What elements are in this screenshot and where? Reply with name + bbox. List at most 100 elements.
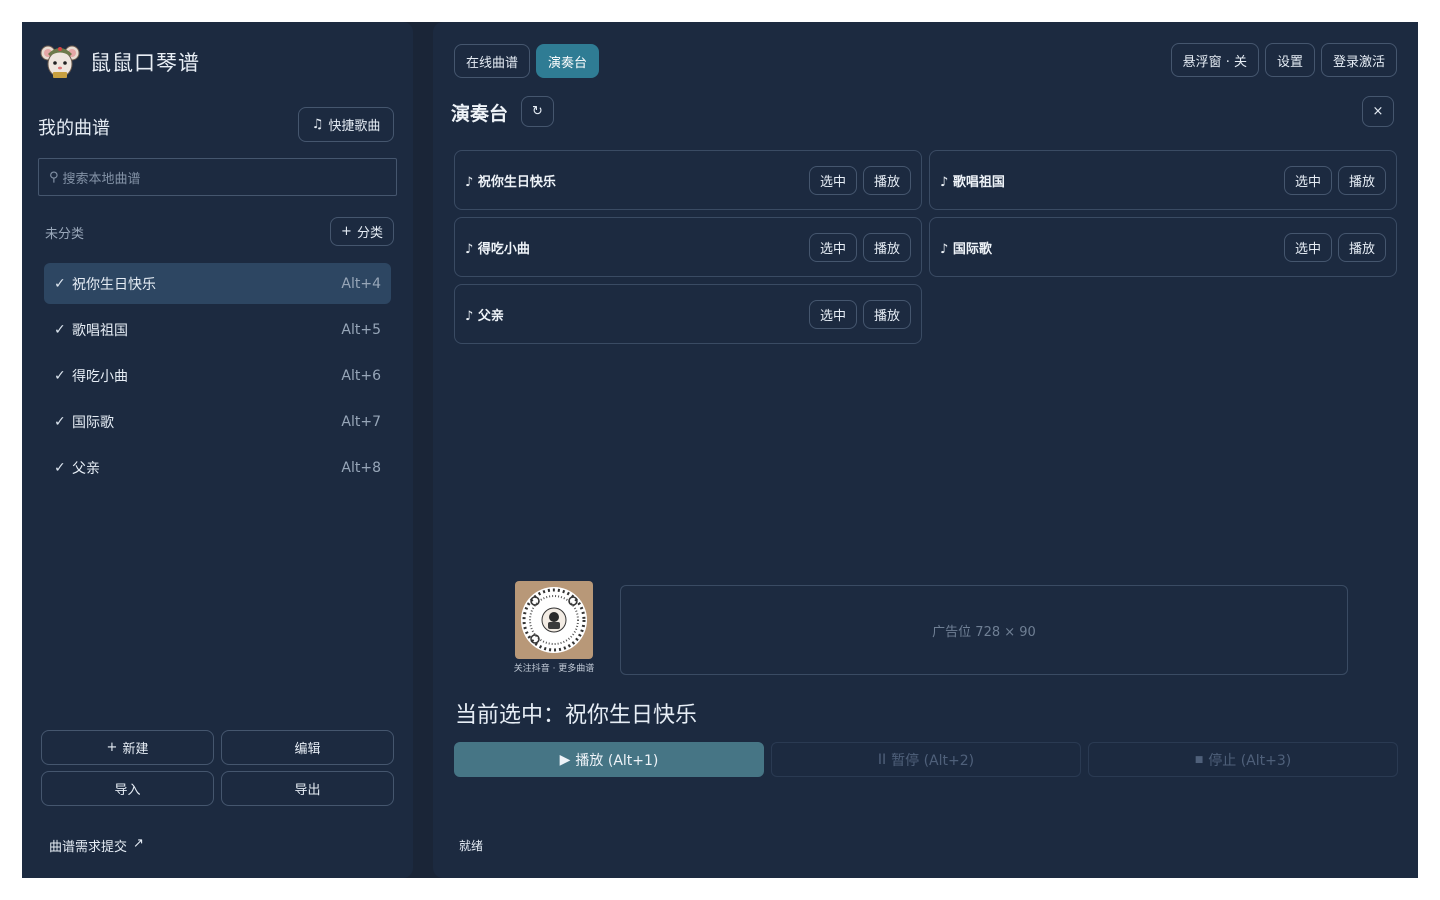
song-item[interactable]: ✓ 得吃小曲 Alt+6: [44, 355, 391, 396]
settings-button[interactable]: 设置: [1264, 43, 1315, 77]
qr-code-image[interactable]: [515, 581, 593, 659]
import-button[interactable]: 导入: [41, 771, 214, 806]
edit-label: 编辑: [294, 742, 321, 757]
select-button[interactable]: 选中: [808, 165, 857, 195]
qr-caption: 关注抖音 · 更多曲谱: [513, 664, 595, 674]
my-scores-title: 我的曲谱: [38, 118, 110, 139]
float-window-toggle[interactable]: 悬浮窗 · 关: [1170, 43, 1259, 77]
song-item[interactable]: ✓ 歌唱祖国 Alt+5: [44, 309, 391, 350]
play-button[interactable]: 播放: [862, 232, 911, 262]
check-icon: ✓: [54, 413, 66, 430]
select-button[interactable]: 选中: [1283, 232, 1332, 262]
check-icon: ✓: [54, 459, 66, 476]
add-category-label: 分类: [356, 226, 383, 241]
search-input[interactable]: ⚲ 搜索本地曲谱: [38, 158, 397, 196]
music-note-icon: ♪: [465, 308, 474, 324]
song-card-title: 父亲: [477, 308, 504, 324]
refresh-button[interactable]: ↻: [521, 96, 554, 127]
song-cards: ♪ 祝你生日快乐 选中 播放 ♪ 歌唱祖国 选中 播放 ♪ 得吃小曲 选中 播放…: [454, 150, 1397, 344]
song-card: ♪ 祝你生日快乐 选中 播放: [454, 150, 922, 210]
music-note-icon: ♪: [465, 174, 474, 190]
pause-button[interactable]: II 暂停 (Alt+2): [771, 742, 1081, 777]
song-hotkey: Alt+4: [341, 275, 381, 292]
song-card-title: 祝你生日快乐: [477, 174, 556, 190]
song-item[interactable]: ✓ 祝你生日快乐 Alt+4: [44, 263, 391, 304]
qr-code-icon: [521, 587, 587, 653]
song-name: 得吃小曲: [72, 368, 128, 385]
refresh-icon: ↻: [532, 104, 543, 119]
song-card: ♪ 国际歌 选中 播放: [929, 217, 1397, 277]
app-title: 鼠鼠口琴谱: [90, 51, 200, 75]
song-card-title: 得吃小曲: [477, 241, 530, 257]
song-card-title: 国际歌: [952, 241, 992, 257]
stop-button[interactable]: ■ 停止 (Alt+3): [1088, 742, 1398, 777]
select-button[interactable]: 选中: [808, 232, 857, 262]
music-note-icon: ♪: [940, 174, 949, 190]
music-note-icon: ♪: [940, 241, 949, 257]
play-icon: ▶: [559, 751, 571, 768]
check-icon: ✓: [54, 321, 66, 338]
new-label: 新建: [122, 742, 149, 757]
app-window: 鼠鼠口琴谱 我的曲谱 ♫ 快捷歌曲 ⚲ 搜索本地曲谱 未分类 + 分类 ✓ 祝你…: [22, 22, 1418, 878]
pause-label: 暂停 (Alt+2): [891, 752, 975, 769]
sidebar-actions: + 新建 编辑 导入 导出: [41, 730, 394, 806]
request-label: 曲谱需求提交: [49, 840, 128, 855]
song-hotkey: Alt+8: [341, 459, 381, 476]
new-button[interactable]: + 新建: [41, 730, 214, 765]
current-song: 祝你生日快乐: [565, 703, 698, 728]
play-button[interactable]: 播放: [862, 165, 911, 195]
play-button[interactable]: 播放: [1337, 165, 1386, 195]
select-button[interactable]: 选中: [1283, 165, 1332, 195]
song-item[interactable]: ✓ 国际歌 Alt+7: [44, 401, 391, 442]
qr-code-block: 关注抖音 · 更多曲谱: [511, 581, 597, 674]
playback-controls: ▶ 播放 (Alt+1) II 暂停 (Alt+2) ■ 停止 (Alt+3): [454, 742, 1398, 777]
top-right-actions: 悬浮窗 · 关 设置 登录激活: [1170, 43, 1397, 77]
close-button[interactable]: ×: [1362, 96, 1394, 127]
play-main-button[interactable]: ▶ 播放 (Alt+1): [454, 742, 764, 777]
play-button[interactable]: 播放: [1337, 232, 1386, 262]
login-button[interactable]: 登录激活: [1320, 43, 1397, 77]
current-selection: 当前选中：祝你生日快乐: [455, 697, 697, 729]
song-card: ♪ 父亲 选中 播放: [454, 284, 922, 344]
song-hotkey: Alt+6: [341, 367, 381, 384]
select-button[interactable]: 选中: [808, 299, 857, 329]
stage-title: 演奏台: [451, 103, 509, 125]
song-card: ♪ 得吃小曲 选中 播放: [454, 217, 922, 277]
plus-icon: +: [341, 224, 352, 239]
check-icon: ✓: [54, 367, 66, 384]
search-icon: ⚲: [49, 169, 59, 185]
play-main-label: 播放 (Alt+1): [575, 752, 659, 769]
song-item[interactable]: ✓ 父亲 Alt+8: [44, 447, 391, 488]
search-placeholder: 搜索本地曲谱: [62, 171, 141, 187]
music-note-icon: ♫: [311, 117, 324, 132]
song-name: 祝你生日快乐: [72, 276, 156, 293]
import-label: 导入: [114, 783, 141, 798]
mouse-logo-icon: [40, 45, 80, 78]
play-button[interactable]: 播放: [862, 299, 911, 329]
stop-label: 停止 (Alt+3): [1208, 752, 1292, 769]
check-icon: ✓: [54, 275, 66, 292]
song-card: ♪ 歌唱祖国 选中 播放: [929, 150, 1397, 210]
song-hotkey: Alt+7: [341, 413, 381, 430]
close-icon: ×: [1372, 104, 1384, 119]
quick-song-label: 快捷歌曲: [328, 119, 381, 134]
top-tabs: 在线曲谱 演奏台: [454, 44, 600, 78]
main-panel: 在线曲谱 演奏台 悬浮窗 · 关 设置 登录激活 演奏台 ↻ × ♪ 祝你生日快…: [433, 22, 1418, 878]
ad-placeholder: 广告位 728 × 90: [620, 585, 1348, 675]
song-list: ✓ 祝你生日快乐 Alt+4 ✓ 歌唱祖国 Alt+5 ✓ 得吃小曲 Alt+6…: [44, 263, 391, 493]
stop-icon: ■: [1194, 754, 1204, 765]
export-label: 导出: [294, 783, 321, 798]
song-name: 父亲: [72, 460, 100, 477]
sidebar: 鼠鼠口琴谱 我的曲谱 ♫ 快捷歌曲 ⚲ 搜索本地曲谱 未分类 + 分类 ✓ 祝你…: [22, 22, 413, 878]
tab-stage[interactable]: 演奏台: [536, 44, 600, 78]
request-link[interactable]: 曲谱需求提交 ↗: [49, 836, 144, 855]
edit-button[interactable]: 编辑: [221, 730, 394, 765]
export-button[interactable]: 导出: [221, 771, 394, 806]
quick-song-button[interactable]: ♫ 快捷歌曲: [298, 107, 394, 142]
song-card-title: 歌唱祖国: [952, 174, 1005, 190]
tab-online-scores[interactable]: 在线曲谱: [454, 44, 531, 78]
song-hotkey: Alt+5: [341, 321, 381, 338]
song-name: 歌唱祖国: [72, 322, 128, 339]
song-name: 国际歌: [72, 414, 114, 431]
add-category-button[interactable]: + 分类: [330, 217, 394, 246]
